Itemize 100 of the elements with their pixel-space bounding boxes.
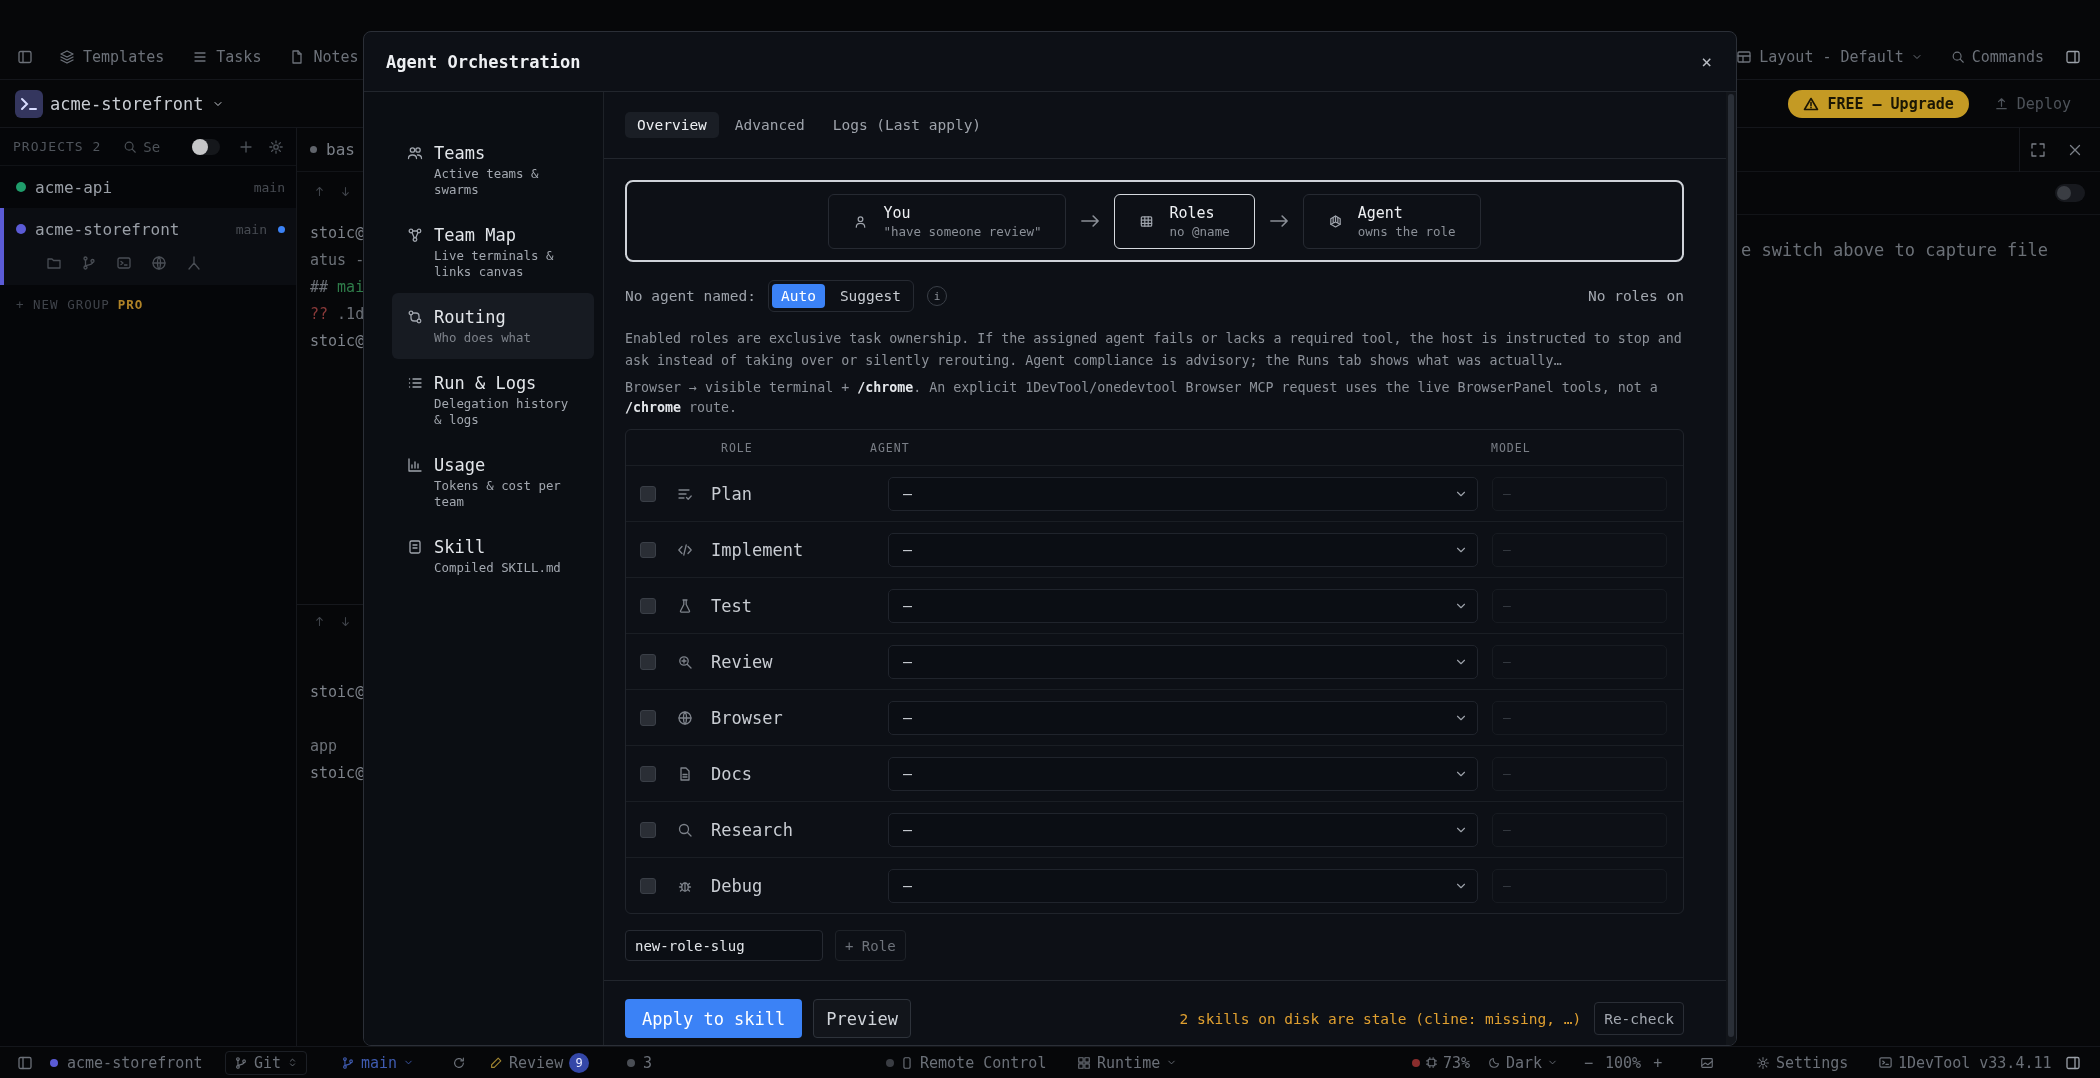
model-field[interactable]: —: [1492, 644, 1667, 679]
document-icon: [677, 765, 693, 782]
agent-select[interactable]: —: [888, 588, 1478, 623]
role-slug-field[interactable]: new-role-slug: [625, 930, 823, 961]
runtime-dropdown[interactable]: Runtime: [1077, 1053, 1178, 1072]
agent-select[interactable]: —: [888, 868, 1478, 903]
settings-icon[interactable]: [268, 138, 284, 155]
toolbar-button[interactable]: Templates: [59, 48, 165, 66]
project-item[interactable]: acme-storefront main: [0, 208, 296, 285]
add-role-button[interactable]: + Role: [835, 930, 906, 961]
checkbox[interactable]: [640, 821, 656, 838]
node-subtitle: owns the role: [1357, 222, 1456, 240]
apply-button[interactable]: Apply to skill: [625, 999, 803, 1038]
model-field[interactable]: —: [1492, 588, 1667, 623]
grid-icon: [1139, 213, 1155, 229]
toolbar-button[interactable]: Notes: [289, 48, 359, 66]
terminal-line: stoic@: [310, 223, 365, 244]
sidebar-toggle-icon[interactable]: [17, 49, 33, 65]
nav-item[interactable]: Usage Tokens & cost per team: [392, 441, 594, 523]
arrow-up-icon[interactable]: [313, 184, 326, 198]
settings-button[interactable]: Settings: [1756, 1053, 1849, 1072]
terminal-line: stoic@: [310, 682, 365, 703]
model-field[interactable]: —: [1492, 700, 1667, 735]
terminal-tab[interactable]: bas: [310, 140, 355, 159]
checkbox[interactable]: [640, 765, 656, 782]
terminal-line: ## mai: [310, 277, 365, 298]
project-label: acme-storefront: [67, 1053, 203, 1072]
upgrade-button[interactable]: FREE — Upgrade: [1788, 89, 1969, 118]
phone-icon: [900, 1055, 914, 1070]
project-item[interactable]: acme-api main: [0, 166, 296, 208]
segment-option[interactable]: Auto: [771, 284, 825, 308]
zoom-out-button[interactable]: −: [1584, 1053, 1594, 1072]
segment-option[interactable]: Suggest: [830, 284, 910, 308]
panel-toggle-icon[interactable]: [2065, 49, 2081, 65]
expand-icon[interactable]: [2030, 141, 2046, 158]
checkbox[interactable]: [640, 597, 656, 614]
globe-icon[interactable]: [151, 254, 167, 271]
toggle[interactable]: [192, 138, 220, 155]
model-field[interactable]: —: [1492, 812, 1667, 847]
layout-dropdown[interactable]: Layout - Default: [1736, 48, 1923, 66]
zoom-in-button[interactable]: +: [1653, 1053, 1663, 1072]
branch-icon[interactable]: [81, 254, 97, 271]
checkbox[interactable]: [640, 541, 656, 558]
arrow-down-icon[interactable]: [339, 184, 352, 198]
terminal-line: ?? .1d: [310, 304, 365, 325]
tab[interactable]: Overview: [625, 112, 719, 138]
agent-select[interactable]: —: [888, 532, 1478, 567]
search-field[interactable]: Se: [143, 138, 180, 155]
nav-item[interactable]: Skill Compiled SKILL.md: [392, 523, 594, 589]
panel-toggle-icon[interactable]: [2065, 1054, 2081, 1071]
model-field[interactable]: —: [1492, 756, 1667, 791]
new-group-button[interactable]: + NEW GROUP PRO: [16, 297, 144, 312]
checkbox[interactable]: [640, 709, 656, 726]
agent-select[interactable]: —: [888, 644, 1478, 679]
scrollbar[interactable]: [1726, 92, 1736, 1045]
tab[interactable]: Advanced: [722, 112, 817, 138]
agent-select[interactable]: —: [888, 812, 1478, 847]
hint-text: e switch above to capture file: [1741, 239, 2050, 262]
arrow-up-icon[interactable]: [313, 614, 326, 628]
nav-item[interactable]: Routing Who does what: [392, 293, 594, 359]
sidebar-toggle-icon[interactable]: [17, 1054, 33, 1071]
theme-dropdown[interactable]: Dark: [1488, 1053, 1559, 1072]
status-text: No roles on: [1587, 288, 1684, 304]
recheck-button[interactable]: Re-check: [1594, 1002, 1684, 1035]
nav-item[interactable]: Team Map Live terminals & links canvas: [392, 211, 594, 293]
review-button[interactable]: Review 9: [489, 1052, 590, 1073]
checkbox[interactable]: [640, 653, 656, 670]
refresh-icon[interactable]: [452, 1055, 466, 1070]
terminal-line: atus -: [310, 250, 365, 271]
arrow-down-icon[interactable]: [339, 614, 352, 628]
commands-button[interactable]: Commands: [1950, 48, 2044, 66]
nav-item[interactable]: Run & Logs Delegation history & logs: [392, 359, 594, 441]
project-switcher[interactable]: acme-storefront: [50, 93, 224, 114]
search-icon: [677, 821, 693, 838]
model-field[interactable]: —: [1492, 868, 1667, 903]
status-dot: [886, 1058, 894, 1067]
agent-select[interactable]: —: [888, 756, 1478, 791]
nav-item[interactable]: Teams Active teams & swarms: [392, 129, 594, 211]
checkbox[interactable]: [640, 877, 656, 894]
model-field[interactable]: —: [1492, 476, 1667, 511]
image-icon[interactable]: [1700, 1055, 1714, 1070]
checkbox[interactable]: [640, 485, 656, 502]
node-title: You: [883, 202, 912, 223]
preview-button[interactable]: Preview: [813, 999, 911, 1038]
status-dot: [1412, 1058, 1420, 1067]
moon-icon: [1488, 1056, 1501, 1069]
flask-icon: [677, 597, 693, 614]
tab[interactable]: Logs (Last apply): [820, 112, 994, 138]
agent-select[interactable]: —: [888, 476, 1478, 511]
close-button[interactable]: ×: [1697, 51, 1716, 72]
model-field[interactable]: —: [1492, 532, 1667, 567]
fork-icon[interactable]: [186, 254, 202, 271]
toolbar-button[interactable]: Tasks: [192, 48, 262, 66]
agent-select[interactable]: —: [888, 700, 1478, 735]
role-name: Test: [711, 595, 753, 616]
layers-icon: [59, 49, 75, 65]
toggle[interactable]: [2055, 184, 2085, 202]
remote-control-button[interactable]: Remote Control: [900, 1053, 1047, 1072]
terminal-icon[interactable]: [116, 254, 132, 271]
git-button[interactable]: Git: [225, 1050, 308, 1075]
